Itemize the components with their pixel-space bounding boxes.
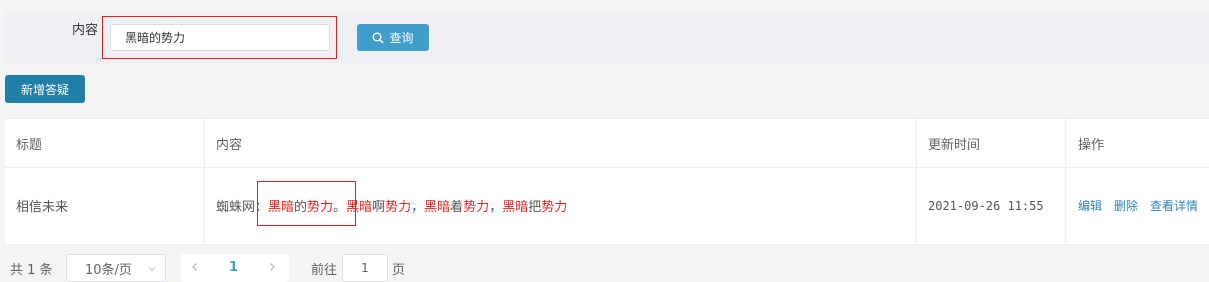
table-header-row: 标题 内容 更新时间 操作 <box>5 119 1209 168</box>
query-button-label: 查询 <box>389 31 414 45</box>
highlight-term: 势力 <box>307 200 334 215</box>
page-1[interactable]: 1 <box>229 260 238 275</box>
content-fragment: ， <box>489 200 503 215</box>
content-fragment: 蜘蛛网： <box>216 200 269 215</box>
total-count: 共 1 条 <box>10 263 53 278</box>
query-button[interactable]: 查询 <box>357 24 429 51</box>
highlight-term: 黑暗 <box>424 200 451 215</box>
header-content: 内容 <box>205 119 917 167</box>
highlight-term: 黑暗 <box>502 200 529 215</box>
page-size-value: 10条/页 <box>85 262 132 278</box>
add-qa-button-label: 新增答疑 <box>20 82 69 97</box>
search-label: 内容 <box>72 23 99 38</box>
view-details-link[interactable]: 查看详情 <box>1150 197 1198 214</box>
row-content: 蜘蛛网：黑暗的势力。黑暗啊势力，黑暗着势力，黑暗把势力 <box>205 167 917 244</box>
delete-link[interactable]: 删除 <box>1114 197 1138 214</box>
pager: 1 <box>181 254 289 282</box>
header-updated: 更新时间 <box>917 119 1066 167</box>
search-input[interactable] <box>110 24 330 51</box>
content-fragment: 啊 <box>372 200 386 215</box>
content-fragment: ， <box>411 200 425 215</box>
row-actions: 编辑 删除 查看详情 <box>1066 167 1209 244</box>
content-fragment: 着 <box>450 200 464 215</box>
highlight-term: 势力 <box>463 200 490 215</box>
search-icon <box>372 32 384 44</box>
goto-page-input[interactable] <box>342 254 388 282</box>
prev-page-icon[interactable] <box>189 261 201 277</box>
page-suffix: 页 <box>392 263 406 278</box>
content-fragment: 把 <box>528 200 542 215</box>
goto-label: 前往 <box>311 263 338 278</box>
header-title: 标题 <box>5 119 205 167</box>
highlight-term: 势力 <box>385 200 412 215</box>
header-actions: 操作 <box>1078 137 1105 153</box>
row-updated: 2021-09-26 11:55 <box>917 167 1066 244</box>
next-page-icon[interactable] <box>266 261 278 277</box>
pagination: 共 1 条 10条/页 1 前往 页 <box>0 254 1209 282</box>
content-fragment: 的 <box>294 200 308 215</box>
row-title: 相信未来 <box>5 167 205 244</box>
edit-link[interactable]: 编辑 <box>1078 197 1102 214</box>
content-text: 蜘蛛网：黑暗的势力。黑暗啊势力，黑暗着势力，黑暗把势力 <box>216 196 567 215</box>
table-row: 相信未来 蜘蛛网：黑暗的势力。黑暗啊势力，黑暗着势力，黑暗把势力 2021-09… <box>5 167 1209 244</box>
data-table: 标题 内容 更新时间 操作 相信未来 蜘蛛网：黑暗的势力。黑暗啊势力，黑暗着势力… <box>5 118 1209 245</box>
page-size-select[interactable]: 10条/页 <box>66 254 166 282</box>
content-fragment: 。 <box>333 200 347 215</box>
highlight-term: 黑暗 <box>268 200 295 215</box>
highlight-term: 黑暗 <box>346 200 373 215</box>
add-qa-button[interactable]: 新增答疑 <box>5 75 85 103</box>
highlight-term: 势力 <box>541 200 568 215</box>
chevron-down-icon <box>147 263 157 278</box>
